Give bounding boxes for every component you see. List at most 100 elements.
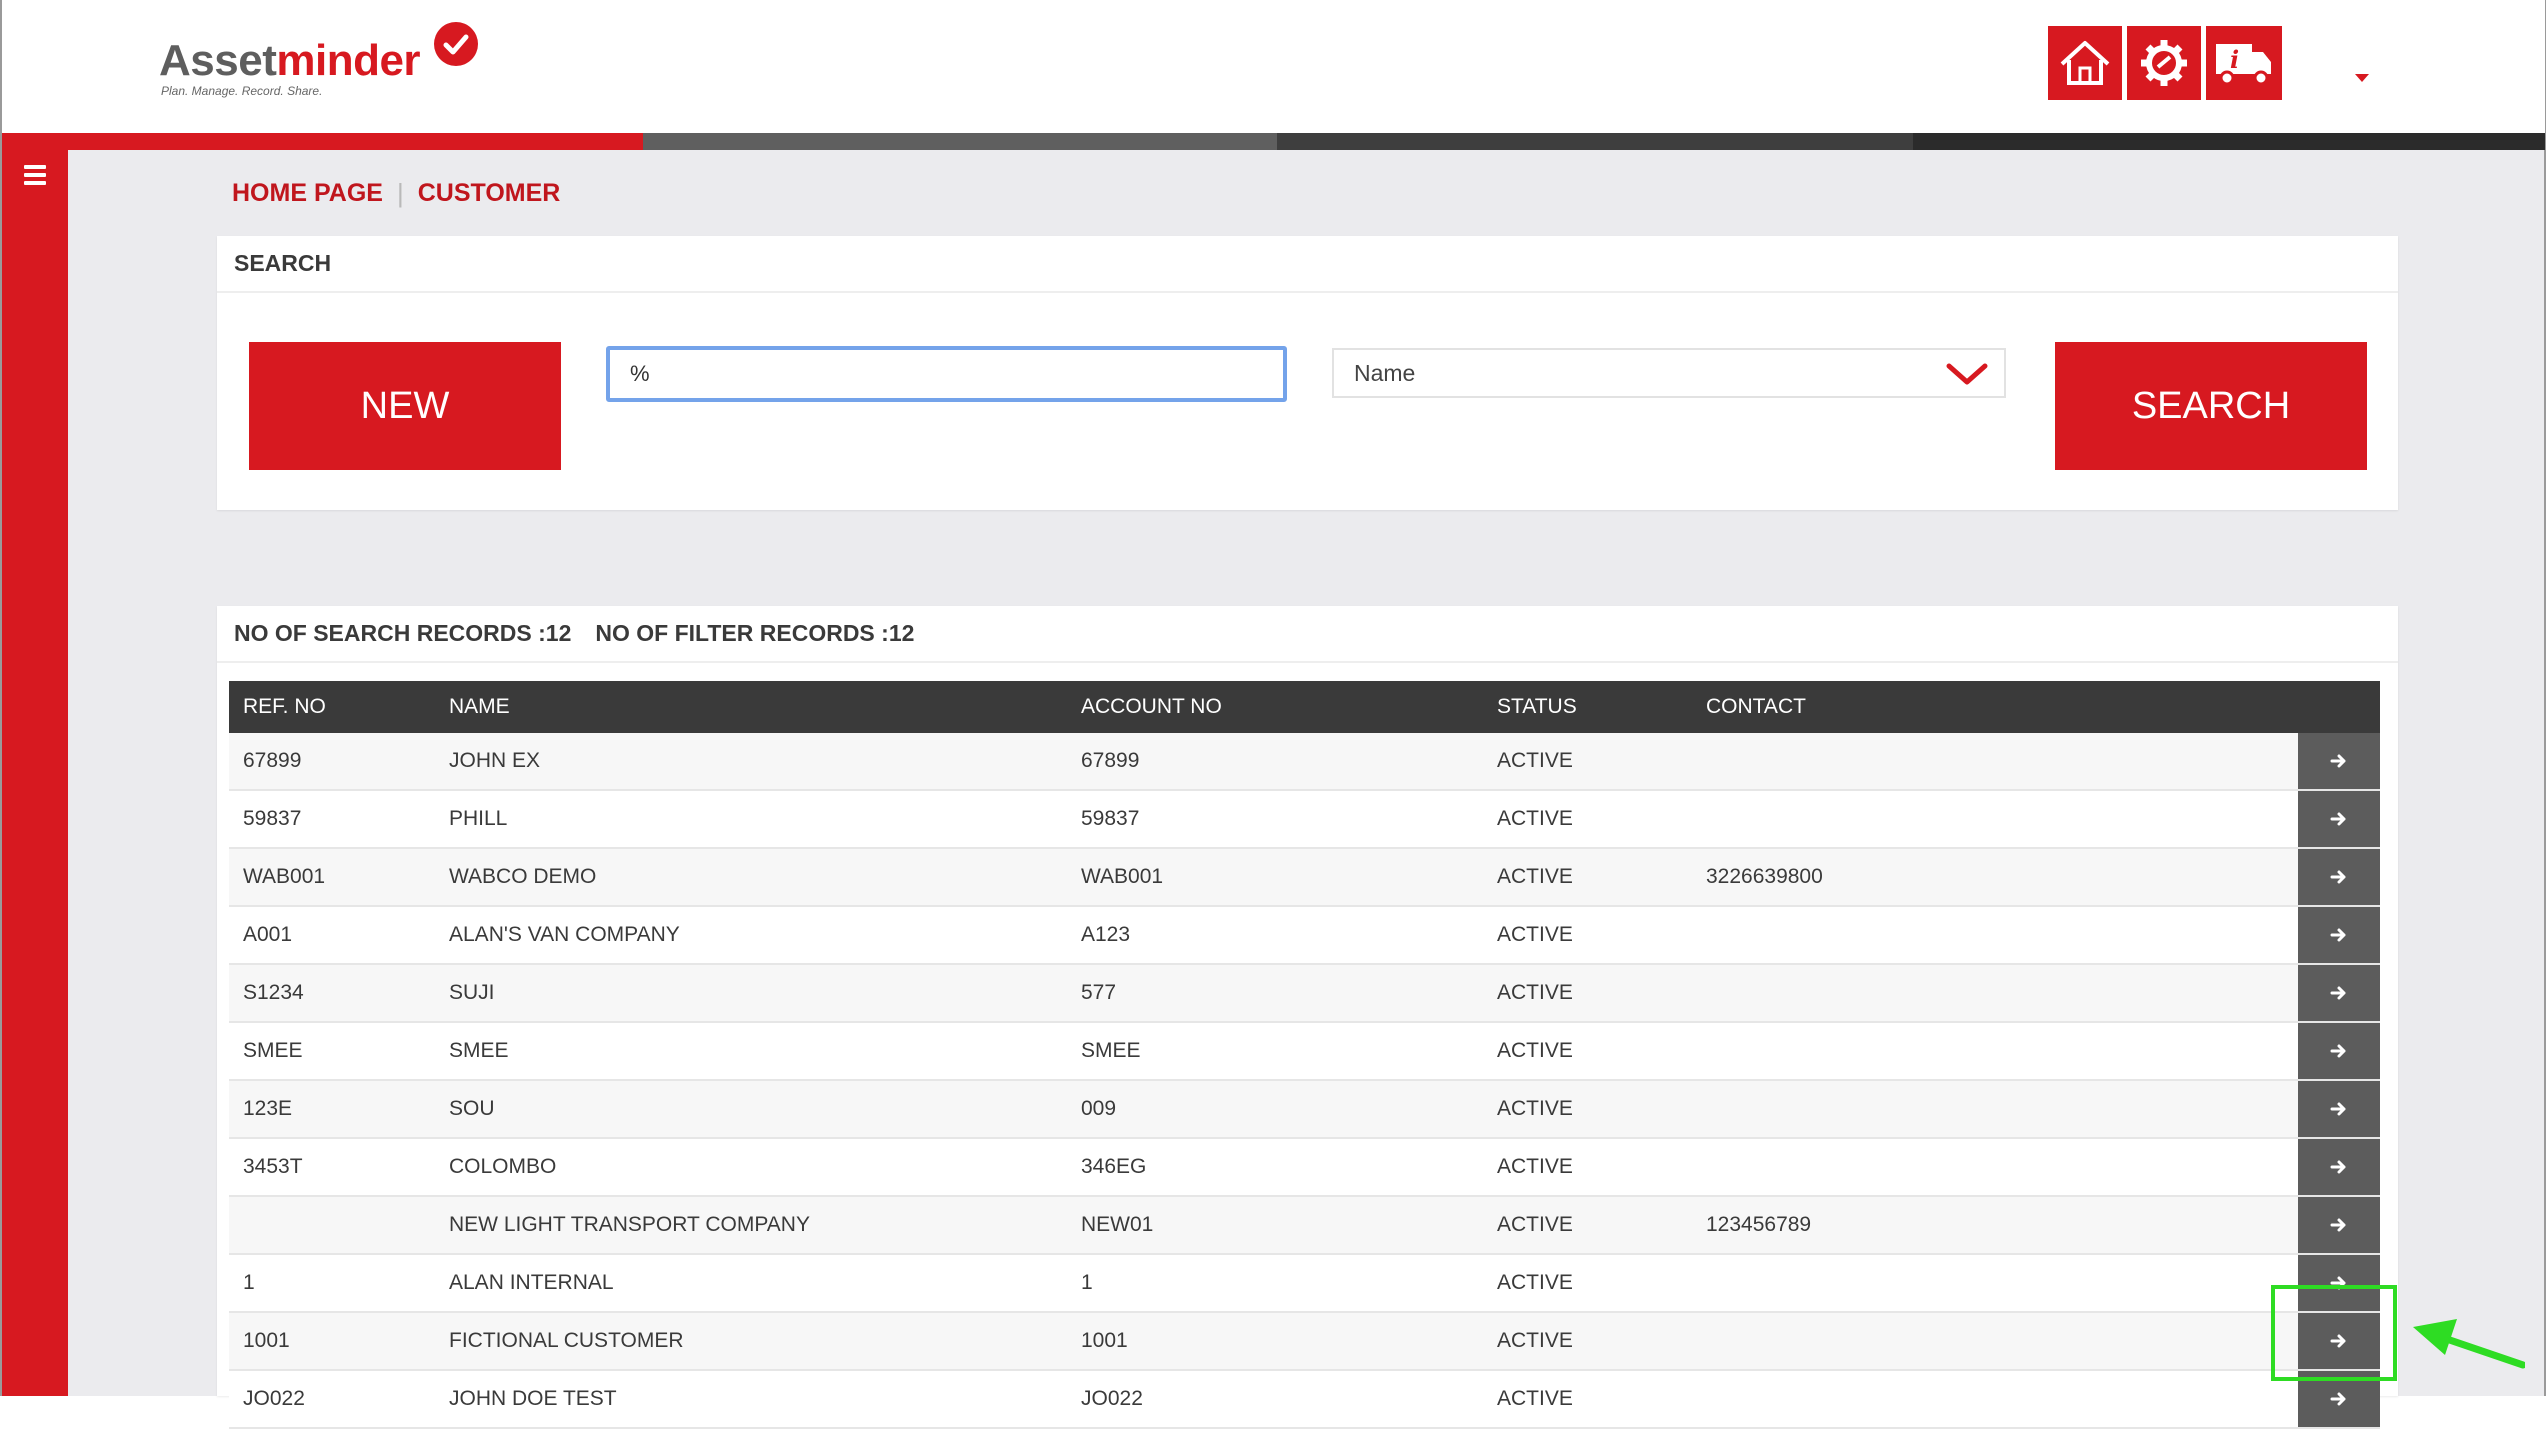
page: Assetminder Plan. Manage. Record. Share.… — [0, 0, 2546, 1429]
cell-ref: 3453T — [243, 1155, 303, 1178]
cell-status: ACTIVE — [1497, 1271, 1573, 1294]
table-row[interactable]: 67899 JOHN EX 67899 ACTIVE — [229, 733, 2380, 791]
vehicle-info-icon[interactable]: i — [2206, 26, 2282, 100]
cell-contact: 3226639800 — [1706, 865, 1823, 888]
assetminder-logo[interactable]: Assetminder Plan. Manage. Record. Share. — [159, 22, 489, 102]
column-header-account[interactable]: ACCOUNT NO — [1081, 695, 1222, 719]
app-header: Assetminder Plan. Manage. Record. Share.… — [2, 0, 2546, 133]
cell-name: JOHN EX — [449, 749, 541, 772]
cell-name: SOU — [449, 1097, 495, 1120]
column-header-contact[interactable]: CONTACT — [1706, 695, 1806, 719]
cell-ref: 59837 — [243, 807, 302, 830]
cell-account: 346EG — [1081, 1155, 1147, 1178]
cell-ref: 1001 — [243, 1329, 290, 1352]
customer-table: REF. NO NAME ACCOUNT NO STATUS CONTACT 6… — [229, 681, 2380, 1429]
table-row[interactable]: SMEE SMEE SMEE ACTIVE — [229, 1023, 2380, 1081]
row-open-arrow-icon[interactable] — [2298, 733, 2380, 789]
row-open-arrow-icon[interactable] — [2298, 1371, 2380, 1427]
table-header: REF. NO NAME ACCOUNT NO STATUS CONTACT — [229, 681, 2380, 733]
cell-account: A123 — [1081, 923, 1131, 946]
row-open-arrow-icon[interactable] — [2298, 907, 2380, 963]
table-row[interactable]: JO022 JOHN DOE TEST JO022 ACTIVE — [229, 1371, 2380, 1429]
search-field-selected-value: Name — [1354, 359, 1416, 386]
logo-wordmark: Assetminder — [159, 36, 421, 85]
cell-account: 1 — [1081, 1271, 1093, 1294]
cell-account: 67899 — [1081, 749, 1140, 772]
row-open-arrow-icon[interactable] — [2298, 1023, 2380, 1079]
cell-status: ACTIVE — [1497, 807, 1573, 830]
filter-record-count: NO OF FILTER RECORDS :12 — [595, 620, 915, 646]
row-open-arrow-icon[interactable] — [2298, 965, 2380, 1021]
breadcrumb-customer-link[interactable]: CUSTOMER — [418, 179, 561, 208]
cell-name: NEW LIGHT TRANSPORT COMPANY — [449, 1213, 810, 1236]
cell-status: ACTIVE — [1497, 865, 1573, 888]
cell-status: ACTIVE — [1497, 749, 1573, 772]
cell-ref: 123E — [243, 1097, 293, 1120]
search-field-select[interactable]: Name — [1332, 348, 2006, 398]
cell-name: SMEE — [449, 1039, 509, 1062]
row-open-arrow-icon[interactable] — [2298, 1313, 2380, 1369]
table-row[interactable]: 123E SOU 009 ACTIVE — [229, 1081, 2380, 1139]
cell-account: 577 — [1081, 981, 1117, 1004]
cell-ref: 67899 — [243, 749, 302, 772]
cell-status: ACTIVE — [1497, 1329, 1573, 1352]
cell-account: SMEE — [1081, 1039, 1141, 1062]
settings-icon[interactable] — [2127, 26, 2201, 100]
cell-status: ACTIVE — [1497, 923, 1573, 946]
column-header-status[interactable]: STATUS — [1497, 695, 1577, 719]
new-button[interactable]: NEW — [249, 342, 561, 470]
cell-name: JOHN DOE TEST — [449, 1387, 617, 1410]
table-row[interactable]: WAB001 WABCO DEMO WAB001 ACTIVE 3226639800 — [229, 849, 2380, 907]
row-open-arrow-icon[interactable] — [2298, 1081, 2380, 1137]
breadcrumb-separator: | — [396, 177, 404, 208]
cell-status: ACTIVE — [1497, 1213, 1573, 1236]
column-header-name[interactable]: NAME — [449, 695, 510, 719]
cell-contact: 123456789 — [1706, 1213, 1812, 1236]
row-open-arrow-icon[interactable] — [2298, 1197, 2380, 1253]
row-open-arrow-icon[interactable] — [2298, 849, 2380, 905]
breadcrumb: HOME PAGE | CUSTOMER — [232, 178, 560, 208]
cell-status: ACTIVE — [1497, 1039, 1573, 1062]
hamburger-menu-icon[interactable] — [24, 165, 46, 185]
table-row[interactable]: A001 ALAN'S VAN COMPANY A123 ACTIVE — [229, 907, 2380, 965]
search-button[interactable]: SEARCH — [2055, 342, 2367, 470]
cell-name: FICTIONAL CUSTOMER — [449, 1329, 684, 1352]
svg-text:i: i — [2230, 45, 2239, 74]
breadcrumb-home-link[interactable]: HOME PAGE — [232, 179, 383, 208]
row-open-arrow-icon[interactable] — [2298, 791, 2380, 847]
cell-account: 1001 — [1081, 1329, 1128, 1352]
cell-name: COLOMBO — [449, 1155, 557, 1178]
results-panel: NO OF SEARCH RECORDS :12 NO OF FILTER RE… — [217, 606, 2398, 1429]
table-row[interactable]: S1234 SUJI 577 ACTIVE — [229, 965, 2380, 1023]
cell-account: 009 — [1081, 1097, 1117, 1120]
table-row[interactable]: NEW LIGHT TRANSPORT COMPANY NEW01 ACTIVE 12… — [229, 1197, 2380, 1255]
cell-name: ALAN INTERNAL — [449, 1271, 614, 1294]
table-row[interactable]: 1 ALAN INTERNAL 1 ACTIVE — [229, 1255, 2380, 1313]
logo-tagline: Plan. Manage. Record. Share. — [161, 84, 323, 98]
row-open-arrow-icon[interactable] — [2298, 1139, 2380, 1195]
cell-status: ACTIVE — [1497, 981, 1573, 1004]
home-icon[interactable] — [2048, 26, 2122, 100]
header-color-strip — [2, 133, 2546, 150]
search-input[interactable] — [606, 346, 1287, 402]
cell-status: ACTIVE — [1497, 1387, 1573, 1410]
cell-ref: SMEE — [243, 1039, 303, 1062]
cell-ref: A001 — [243, 923, 293, 946]
cell-ref: 1 — [243, 1271, 255, 1294]
cell-name: ALAN'S VAN COMPANY — [449, 923, 680, 946]
cell-name: SUJI — [449, 981, 495, 1004]
chevron-down-icon — [1946, 363, 1988, 385]
cell-account: 59837 — [1081, 807, 1140, 830]
cell-ref: JO022 — [243, 1387, 305, 1410]
row-open-arrow-icon[interactable] — [2298, 1255, 2380, 1311]
column-header-ref[interactable]: REF. NO — [243, 695, 326, 719]
table-row[interactable]: 59837 PHILL 59837 ACTIVE — [229, 791, 2380, 849]
search-panel: SEARCH NEW Name SEARCH — [217, 236, 2398, 510]
user-menu-caret-icon[interactable] — [2355, 74, 2369, 82]
cell-status: ACTIVE — [1497, 1097, 1573, 1120]
cell-ref: S1234 — [243, 981, 304, 1004]
table-row[interactable]: 1001 FICTIONAL CUSTOMER 1001 ACTIVE — [229, 1313, 2380, 1371]
search-record-count: NO OF SEARCH RECORDS :12 — [234, 620, 572, 646]
table-row[interactable]: 3453T COLOMBO 346EG ACTIVE — [229, 1139, 2380, 1197]
cell-ref: WAB001 — [243, 865, 326, 888]
